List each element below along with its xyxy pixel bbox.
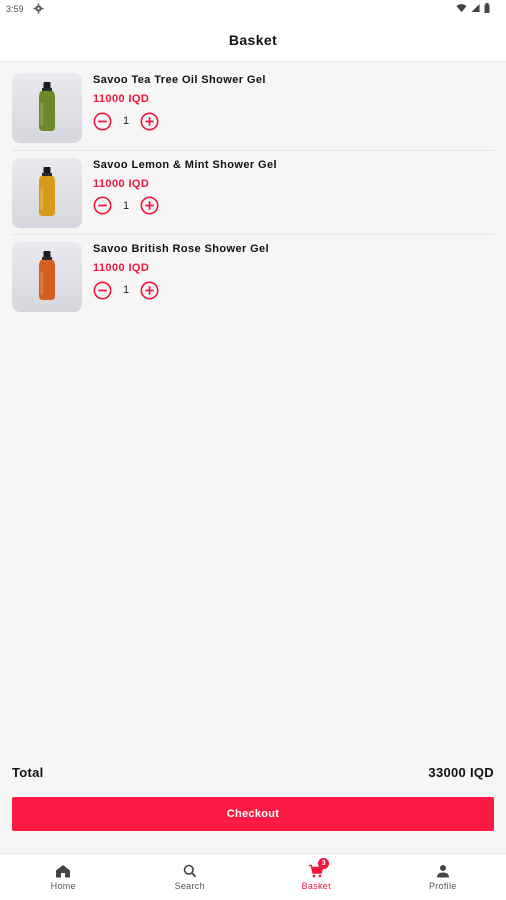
bottom-navigation: Home Search 3 Basket Profile	[0, 853, 506, 900]
quantity-stepper: 1	[93, 280, 159, 300]
nav-label: Profile	[428, 881, 457, 891]
increase-quantity-button[interactable]	[140, 281, 159, 300]
quantity-value: 1	[122, 284, 130, 296]
page-title: Basket	[228, 31, 278, 48]
nav-item-profile[interactable]: Profile	[380, 854, 506, 900]
signal-icon	[471, 3, 480, 13]
wifi-icon	[456, 4, 467, 13]
product-name: Savoo Lemon & Mint Shower Gel	[93, 158, 277, 171]
quantity-value: 1	[122, 199, 130, 212]
quantity-value: 1	[122, 115, 130, 127]
status-bar: 3:59	[0, 0, 506, 18]
decrease-quantity-button[interactable]	[93, 281, 112, 300]
total-label: Total	[12, 764, 44, 780]
total-value: 33000 IQD	[428, 764, 494, 780]
settings-gear-icon	[33, 3, 44, 14]
basket-list: Savoo Tea Tree Oil Shower Gel 11000 IQD …	[12, 66, 494, 320]
status-time: 3:59	[6, 4, 24, 14]
product-image	[12, 157, 82, 228]
basket-item[interactable]: Savoo British Rose Shower Gel 11000 IQD …	[12, 235, 494, 320]
decrease-quantity-button[interactable]	[93, 196, 112, 215]
product-image	[12, 73, 82, 143]
cart-count-badge: 3	[318, 858, 330, 869]
basket-item[interactable]: Savoo Lemon & Mint Shower Gel 11000 IQD …	[12, 151, 494, 235]
quantity-stepper: 1	[93, 111, 159, 131]
product-name: Savoo British Rose Shower Gel	[93, 243, 270, 255]
basket-item[interactable]: Savoo Tea Tree Oil Shower Gel 11000 IQD …	[12, 66, 494, 151]
nav-item-home[interactable]: Home	[0, 854, 127, 900]
product-price: 11000 IQD	[93, 262, 150, 274]
nav-label: Home	[50, 881, 76, 891]
person-icon	[436, 865, 449, 878]
product-image	[12, 242, 82, 312]
app-bar: Basket	[0, 18, 506, 62]
search-icon	[183, 864, 196, 878]
increase-quantity-button[interactable]	[140, 112, 159, 131]
nav-item-search[interactable]: Search	[127, 854, 254, 900]
product-price: 11000 IQD	[93, 93, 150, 105]
nav-item-basket[interactable]: 3 Basket	[253, 854, 380, 900]
product-price: 11000 IQD	[93, 177, 150, 190]
decrease-quantity-button[interactable]	[93, 112, 112, 131]
total-row: Total 33000 IQD	[12, 763, 494, 781]
quantity-stepper: 1	[93, 196, 159, 216]
home-icon	[56, 865, 71, 878]
nav-label: Basket	[301, 881, 331, 891]
checkout-button[interactable]: Checkout	[12, 797, 494, 831]
product-name: Savoo Tea Tree Oil Shower Gel	[93, 74, 266, 86]
increase-quantity-button[interactable]	[140, 196, 159, 215]
battery-icon	[484, 3, 490, 13]
nav-label: Search	[174, 881, 205, 891]
